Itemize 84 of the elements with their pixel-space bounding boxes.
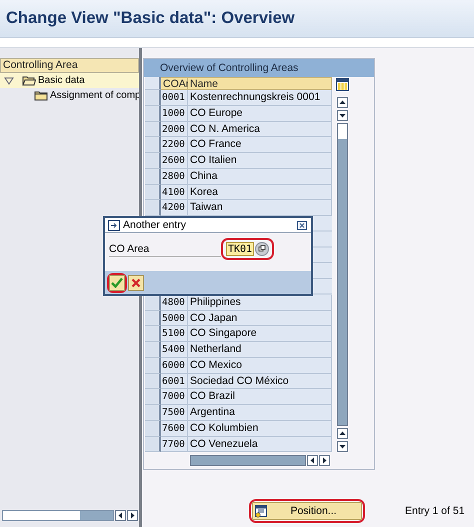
table-cell: 6000 [161,358,188,374]
scroll-right-button[interactable] [127,510,138,521]
scroll-down-button[interactable] [337,110,348,121]
table-cell: 4200 [161,200,188,216]
row-selector[interactable] [145,342,161,358]
table-cell: CO Venezuela [188,436,332,452]
window-title: Change View "Basic data": Overview [6,9,295,28]
table-cell: 0001 [161,90,188,106]
table-cell: 5400 [161,342,188,358]
row-selector[interactable] [145,310,161,326]
table-cell: CO France [188,137,332,153]
co-area-field[interactable]: TK01 [226,242,254,256]
table-cell: CO Europe [188,106,332,122]
row-selector[interactable] [145,184,161,200]
table-cell: Taiwan [188,200,332,216]
scroll-up-button[interactable] [337,428,348,440]
scroll-left-button[interactable] [307,455,318,466]
position-button[interactable]: Position... [252,502,362,520]
table-cell: 1000 [161,106,188,122]
row-selector[interactable] [145,153,161,169]
tree-header: Controlling Area [0,58,139,73]
tree-item[interactable]: Basic data [38,75,85,86]
table-title: Overview of Controlling Areas [144,59,374,77]
position-icon [255,504,268,518]
row-selector[interactable] [145,137,161,153]
row-selector[interactable] [145,420,161,436]
row-selector[interactable] [145,436,161,452]
check-icon [111,277,123,288]
row-selector[interactable] [145,358,161,374]
table-cell: 5000 [161,310,188,326]
table-cell: CO Kolumbien [188,420,332,436]
value-help-button[interactable] [255,242,269,256]
row-selector[interactable] [145,374,161,390]
folder-icon [34,90,48,101]
table-cell: Netherland [188,342,332,358]
row-selector[interactable] [145,90,161,106]
table-cell: 2200 [161,137,188,153]
table-cell: 7600 [161,420,188,436]
select-all-button[interactable] [145,77,161,90]
close-icon[interactable] [297,220,307,230]
expand-triangle-icon[interactable] [4,76,14,84]
table-cell: Sociedad CO México [188,374,332,390]
table-cell: CO Italien [188,153,332,169]
field-label: CO Area [109,242,221,257]
cancel-icon [131,278,141,288]
row-selector[interactable] [145,200,161,216]
row-selector[interactable] [145,122,161,138]
folder-icon [22,75,36,86]
dialog-title: Another entry [123,219,186,231]
scroll-left-button[interactable] [115,510,126,521]
scroll-down-button[interactable] [337,441,348,452]
entry-count: Entry 1 of 51 [405,505,465,517]
cancel-button[interactable] [128,274,144,290]
table-cell: 7000 [161,389,188,405]
table-cell: 7700 [161,436,188,452]
vertical-scrollbar[interactable] [337,123,348,426]
row-selector[interactable] [145,405,161,421]
table-cell: CO Singapore [188,326,332,342]
horizontal-scrollbar[interactable] [2,510,114,521]
row-selector[interactable] [145,389,161,405]
table-cell: CO Japan [188,310,332,326]
row-selector[interactable] [145,326,161,342]
table-cell: 6001 [161,374,188,390]
table-cell: 2600 [161,153,188,169]
table-cell: 7500 [161,405,188,421]
table-cell: CO N. America [188,122,332,138]
scroll-up-button[interactable] [337,97,348,108]
column-header[interactable]: COAr [161,77,188,90]
table-cell: Argentina [188,405,332,421]
table-cell: Korea [188,184,332,200]
table-cell: Kostenrechnungskreis 0001 [188,90,332,106]
table-cell: China [188,168,332,184]
table-cell: CO Brazil [188,389,332,405]
row-selector[interactable] [145,106,161,122]
column-header[interactable]: Name [188,77,332,90]
horizontal-scrollbar[interactable] [190,455,306,466]
scroll-right-button[interactable] [319,455,330,466]
column-settings-icon[interactable] [336,78,349,91]
table-cell: CO Mexico [188,358,332,374]
table-cell: 4100 [161,184,188,200]
row-selector[interactable] [145,168,161,184]
table-cell: 2000 [161,122,188,138]
table-cell: 5100 [161,326,188,342]
table-cell: 2800 [161,168,188,184]
